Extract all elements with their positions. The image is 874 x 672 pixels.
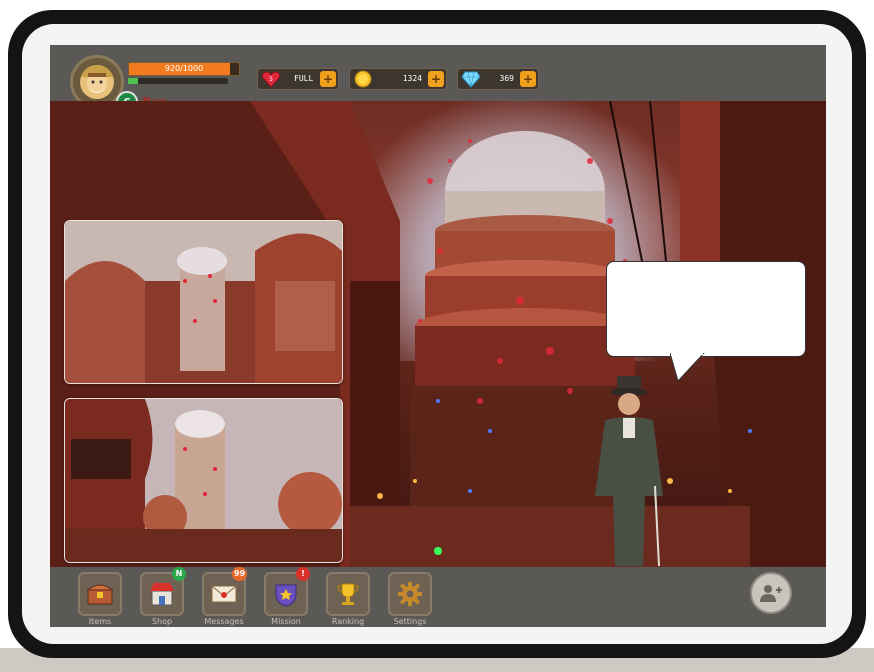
energy-icon-number: 5 [269,76,273,83]
stamina-bar [128,78,228,84]
nav-items-label: Items [88,617,112,626]
screenshot-thumbnail-1[interactable] [64,220,343,384]
gentleman-character [595,376,663,566]
avatar-portrait [80,65,114,99]
nav-shop-label: Shop [151,617,173,626]
xp-text: 920/1000 [164,64,204,73]
energy-value: FULL [294,74,314,83]
nav-mission-label: Mission [271,617,301,626]
coin-value: 1324 [402,74,422,83]
nav-settings-label: Settings [393,617,427,626]
nav-items-button[interactable] [78,572,122,616]
stamina-bar-fill [128,78,138,84]
nav-ranking-button[interactable] [326,572,370,616]
trophy-icon [337,583,359,605]
bottom-nav: Items N Shop 99 Messages ! Mission Ranki… [50,567,826,627]
add-friend-button[interactable] [750,572,792,614]
heart-icon: 5 [260,69,282,89]
nav-ranking-label: Ranking [331,617,365,626]
treasure-chest-icon [86,584,114,605]
add-gems-button[interactable]: + [520,71,536,87]
gear-icon [398,582,422,606]
add-coins-button[interactable]: + [428,71,444,87]
shop-new-badge: N [172,567,186,581]
shop-icon [150,583,174,606]
envelope-icon [211,585,237,603]
energy-counter: 5 FULL + [257,68,339,90]
add-energy-button[interactable]: + [320,71,336,87]
speech-bubble [606,261,806,357]
mission-alert-badge: ! [296,567,310,581]
nav-settings-button[interactable] [388,572,432,616]
messages-count-badge: 99 [232,567,248,581]
gem-value: 369 [499,74,514,83]
top-hud: 920/1000 6 Bau 5 FULL + [50,45,826,113]
game-screen: 920/1000 6 Bau 5 FULL + [50,45,826,627]
speech-bubble-tail [670,353,705,382]
screenshot-thumbnail-2[interactable] [64,398,343,563]
coin-counter: 1324 + [349,68,447,90]
add-friend-icon [760,585,782,602]
gem-counter: 369 + [457,68,539,90]
xp-bar: 920/1000 [128,62,240,76]
mission-shield-icon [275,584,297,607]
diamond-icon [460,69,482,89]
nav-messages-label: Messages [204,617,244,626]
game-scene [50,101,826,567]
coin-icon [352,69,374,89]
